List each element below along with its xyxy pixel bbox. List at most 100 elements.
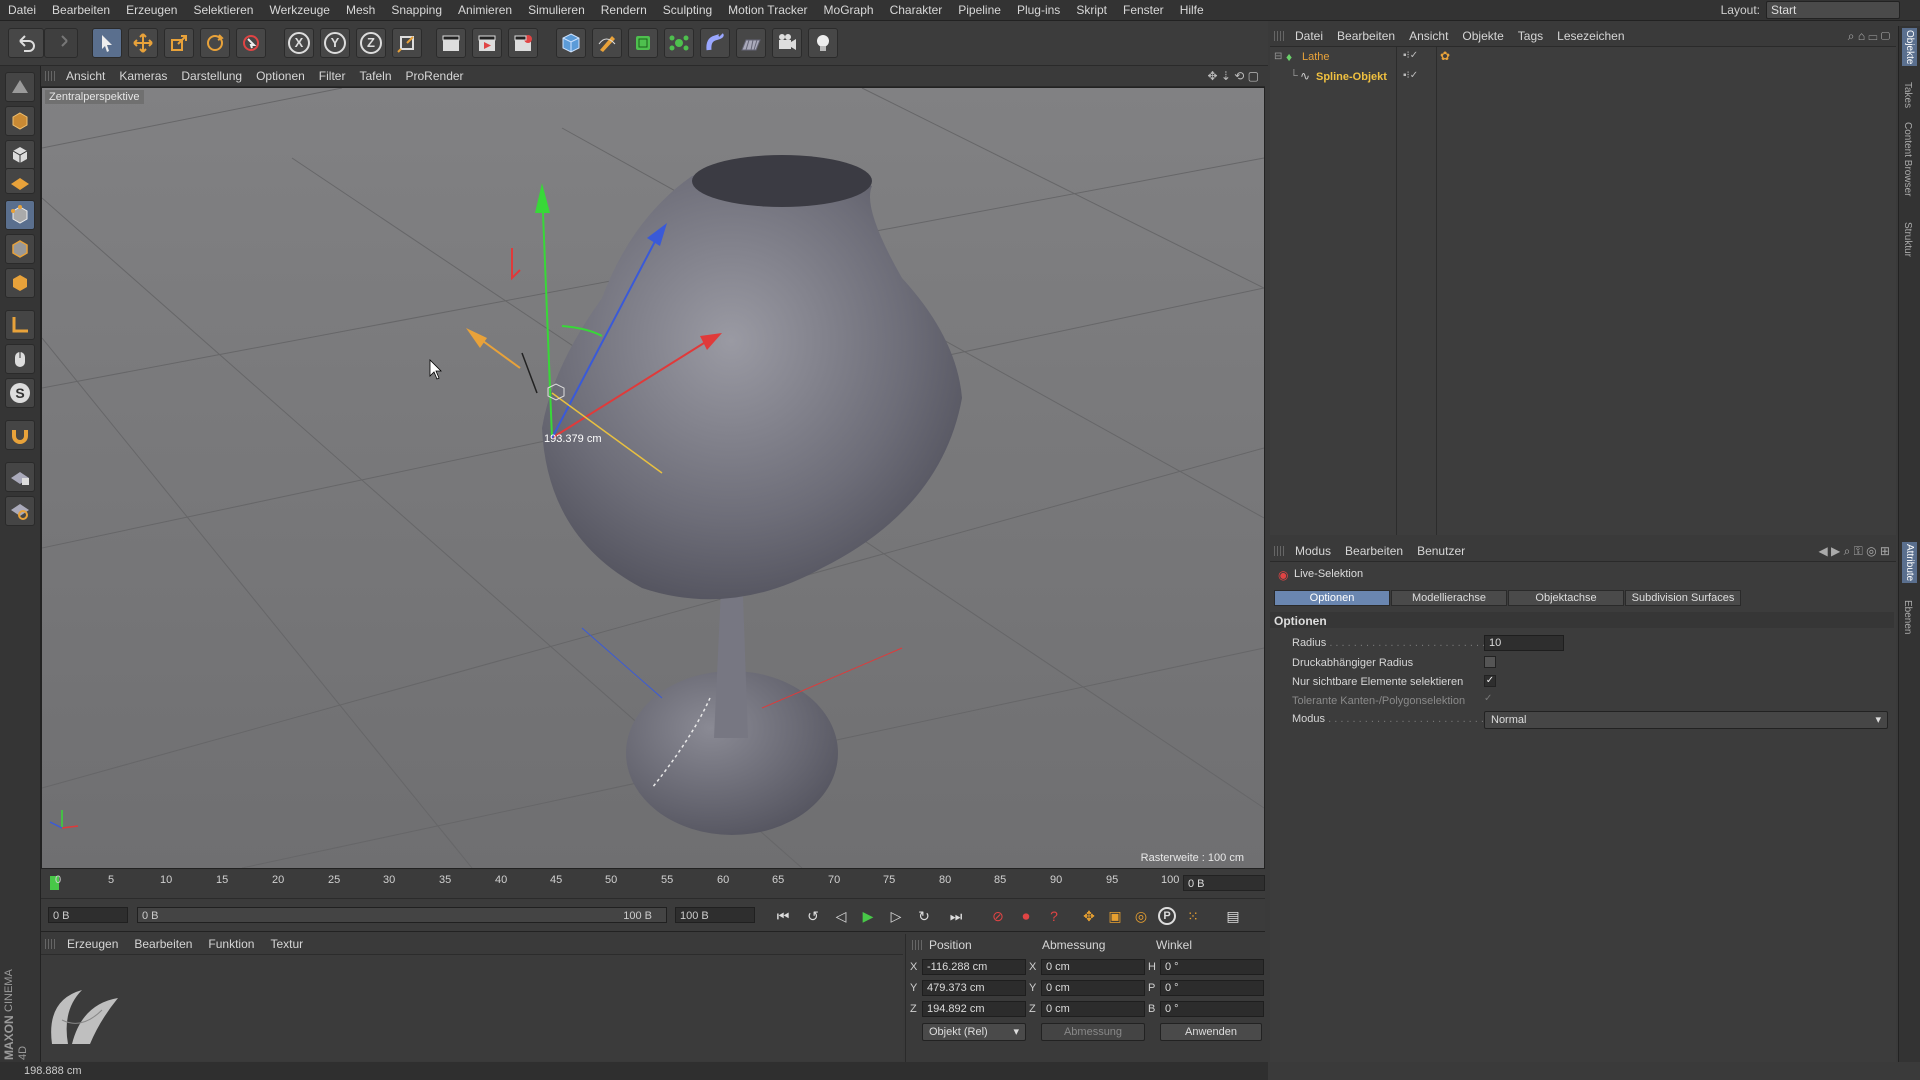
workplane-button[interactable]	[5, 168, 35, 194]
position-y-field[interactable]: 479.373 cm	[922, 980, 1026, 996]
key-parameter-button[interactable]: P	[1155, 905, 1179, 927]
move-button[interactable]	[128, 28, 158, 58]
tolerant-selection-checkbox[interactable]: ✓	[1484, 694, 1494, 704]
object-menu-tags[interactable]: Tags	[1511, 29, 1550, 43]
material-menu-textur[interactable]: Textur	[262, 937, 311, 951]
redo-button[interactable]	[44, 28, 78, 58]
magnet-button[interactable]	[5, 420, 35, 450]
make-editable-button[interactable]	[5, 72, 35, 102]
key-position-button[interactable]: ✥	[1077, 905, 1101, 927]
object-row-spline[interactable]: └ ∿ Spline-Objekt ▪⁝✓	[1270, 69, 1896, 87]
model-mode-button[interactable]	[5, 106, 35, 136]
viewport-menu-prorender[interactable]: ProRender	[399, 69, 471, 83]
undo-button[interactable]	[8, 28, 44, 58]
side-tab-ebenen[interactable]: Ebenen	[1902, 600, 1913, 634]
position-x-field[interactable]: -116.288 cm	[922, 959, 1026, 975]
menu-pipeline[interactable]: Pipeline	[950, 3, 1009, 17]
menu-skript[interactable]: Skript	[1068, 3, 1115, 17]
menu-mesh[interactable]: Mesh	[338, 3, 383, 17]
light-button[interactable]	[808, 28, 838, 58]
pressure-radius-checkbox[interactable]	[1484, 656, 1496, 668]
go-to-start-button[interactable]: ⏮	[771, 905, 795, 927]
radius-field[interactable]: 10	[1484, 635, 1564, 651]
subdivision-surface-button[interactable]	[628, 28, 658, 58]
render-view-button[interactable]	[436, 28, 466, 58]
size-mode-select[interactable]: Abmessung	[1041, 1023, 1145, 1041]
previous-key-button[interactable]: ↺	[801, 905, 825, 927]
tab-objektachse[interactable]: Objektachse	[1508, 590, 1624, 606]
3d-viewport[interactable]: Zentralperspektive 193.379 cm Rasterweit…	[41, 87, 1265, 869]
end-frame-field[interactable]: 100 B	[675, 907, 755, 923]
x-axis-lock-button[interactable]: X	[284, 28, 314, 58]
attribute-menu-modus[interactable]: Modus	[1288, 544, 1338, 558]
points-mode-button[interactable]	[5, 200, 35, 230]
key-scale-button[interactable]: ▣	[1103, 905, 1127, 927]
start-frame-field[interactable]: 0 B	[48, 907, 128, 923]
grid-snap-button[interactable]	[5, 496, 35, 526]
render-settings-button[interactable]	[508, 28, 538, 58]
key-pla-button[interactable]: ⁙	[1181, 905, 1205, 927]
viewport-menu-ansicht[interactable]: Ansicht	[59, 69, 112, 83]
menu-bearbeiten[interactable]: Bearbeiten	[44, 3, 118, 17]
menu-simulieren[interactable]: Simulieren	[520, 3, 593, 17]
attribute-manager-icons[interactable]: ◀ ▶ ⌕ ⚿ ◎ ⊞	[1818, 544, 1896, 559]
coordinate-system-button[interactable]	[392, 28, 422, 58]
object-name[interactable]: Lathe	[1302, 51, 1330, 63]
side-tab-takes[interactable]: Takes	[1902, 82, 1913, 108]
attribute-menu-benutzer[interactable]: Benutzer	[1410, 544, 1472, 558]
previous-frame-button[interactable]: ◁	[829, 905, 853, 927]
y-axis-lock-button[interactable]: Y	[320, 28, 350, 58]
tab-subdivision-surfaces[interactable]: Subdivision Surfaces	[1625, 590, 1741, 606]
visibility-toggle-icon[interactable]: ▪⁝✓	[1403, 70, 1418, 81]
viewport-menu-kameras[interactable]: Kameras	[112, 69, 174, 83]
menu-erzeugen[interactable]: Erzeugen	[118, 3, 185, 17]
object-name[interactable]: Spline-Objekt	[1316, 71, 1387, 83]
viewport-menu-tafeln[interactable]: Tafeln	[352, 69, 398, 83]
tag-icon[interactable]: ✿	[1440, 49, 1450, 63]
array-object-button[interactable]	[664, 28, 694, 58]
viewport-nav-icons[interactable]: ✥ ⇣ ⟲ ▢	[1207, 69, 1265, 83]
timeline-ruler[interactable]: 0 5 10 15 20 25 30 35 40 45 50 55 60 65 …	[41, 870, 1265, 899]
side-tab-objekte[interactable]: Objekte	[1902, 28, 1917, 67]
menu-selektieren[interactable]: Selektieren	[185, 3, 261, 17]
rotate-button[interactable]	[200, 28, 230, 58]
next-key-button[interactable]: ↻	[912, 905, 936, 927]
workplane-lock-button[interactable]	[5, 462, 35, 492]
menu-fenster[interactable]: Fenster	[1115, 3, 1172, 17]
texture-mode-button[interactable]	[5, 140, 35, 170]
polygons-mode-button[interactable]	[5, 268, 35, 298]
material-manager-area[interactable]	[41, 955, 903, 1061]
side-tab-attribute[interactable]: Attribute	[1902, 542, 1917, 584]
axis-mode-button[interactable]	[5, 310, 35, 340]
object-manager-list[interactable]: ⊟ ♦ Lathe ▪⁝✓ ✿ └ ∿ Spline-Objekt ▪⁝✓	[1270, 47, 1896, 535]
object-menu-objekte[interactable]: Objekte	[1455, 29, 1510, 43]
timeline-window-button[interactable]: ▤	[1221, 905, 1245, 927]
keyframe-selection-button[interactable]: ?	[1042, 905, 1066, 927]
viewport-menu-optionen[interactable]: Optionen	[249, 69, 312, 83]
edges-mode-button[interactable]	[5, 234, 35, 264]
material-menu-funktion[interactable]: Funktion	[200, 937, 262, 951]
visible-only-checkbox[interactable]: ✓	[1484, 675, 1496, 687]
viewport-menu-filter[interactable]: Filter	[312, 69, 353, 83]
deformer-button[interactable]	[700, 28, 730, 58]
cube-object-button[interactable]	[556, 28, 586, 58]
scale-button[interactable]	[164, 28, 194, 58]
rotation-h-field[interactable]: 0 °	[1160, 959, 1264, 975]
material-menu-bearbeiten[interactable]: Bearbeiten	[126, 937, 200, 951]
auto-keying-button[interactable]: ⏺	[1014, 905, 1038, 927]
go-to-end-button[interactable]: ⏭	[944, 905, 968, 927]
size-y-field[interactable]: 0 cm	[1041, 980, 1145, 996]
camera-button[interactable]	[772, 28, 802, 58]
material-menu-erzeugen[interactable]: Erzeugen	[59, 937, 126, 951]
render-picture-viewer-button[interactable]	[472, 28, 502, 58]
z-axis-lock-button[interactable]: Z	[356, 28, 386, 58]
visibility-toggle-icon[interactable]: ▪⁝✓	[1403, 50, 1418, 61]
layout-select[interactable]: Start	[1766, 1, 1900, 19]
viewport-menu-darstellung[interactable]: Darstellung	[174, 69, 249, 83]
menu-werkzeuge[interactable]: Werkzeuge	[261, 3, 337, 17]
menu-mograph[interactable]: MoGraph	[816, 3, 882, 17]
collapse-toggle-icon[interactable]: ⊟	[1274, 51, 1282, 62]
menu-hilfe[interactable]: Hilfe	[1172, 3, 1212, 17]
mode-select[interactable]: Normal ▾	[1484, 711, 1888, 729]
size-x-field[interactable]: 0 cm	[1041, 959, 1145, 975]
